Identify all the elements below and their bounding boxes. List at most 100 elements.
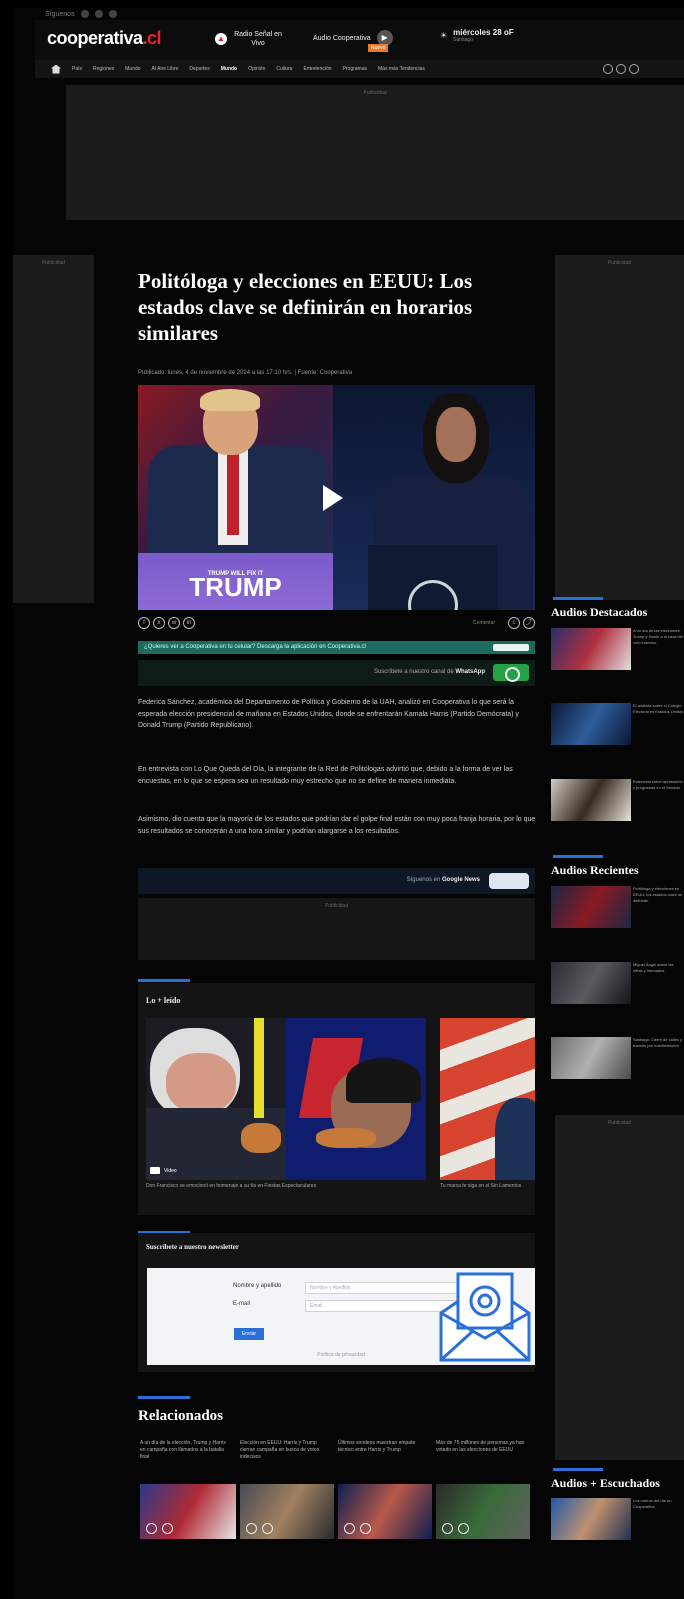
audio-item[interactable]: Entrevista sobre aprobación y programas … xyxy=(551,779,684,831)
facebook-icon[interactable]: f xyxy=(138,617,150,629)
related-image[interactable] xyxy=(338,1484,432,1539)
audio-item[interactable]: Miguel Ángel sobre las cifras y mercados xyxy=(551,962,684,1014)
ad-skyscraper-right[interactable]: Publicidad xyxy=(555,255,684,600)
audio-item[interactable]: Santiago: Cierre de calles y tránsito po… xyxy=(551,1037,684,1089)
send-button[interactable]: Enviar xyxy=(234,1328,264,1340)
newsletter-form: Nombre y apellido Nombre y Apellido E-ma… xyxy=(147,1268,535,1365)
audio-item[interactable]: Politóloga y elecciones en EEUU: los est… xyxy=(551,886,684,938)
play-icon[interactable] xyxy=(246,1523,257,1534)
play-icon[interactable] xyxy=(146,1523,157,1534)
app-promo-button[interactable] xyxy=(493,644,529,651)
nav-social xyxy=(603,64,639,74)
audios-escuchados-title: Audios + Escuchados xyxy=(551,1476,660,1490)
facebook-icon[interactable] xyxy=(80,10,89,18)
comment-icon[interactable]: c xyxy=(508,617,520,629)
campaign-sign: TRUMP WILL FIX IT TRUMP xyxy=(138,553,333,610)
nav-item[interactable]: Regiones xyxy=(93,66,114,72)
article-paragraph: Asimismo, dio cuenta que la mayoría de l… xyxy=(138,816,536,835)
audios-destacados-title: Audios Destacados xyxy=(551,605,648,619)
home-icon[interactable] xyxy=(51,64,61,74)
linkedin-icon[interactable]: in xyxy=(183,617,195,629)
audio-item[interactable]: Los rostros del día en Cooperativa xyxy=(551,1498,684,1550)
link-icon[interactable]: ⤴ xyxy=(523,617,535,629)
nav-item[interactable]: Programas xyxy=(343,66,367,72)
nav-item[interactable]: Deportes xyxy=(189,66,209,72)
audio-item[interactable]: El analista sobre el Colegio Electoral e… xyxy=(551,703,684,755)
site-logo[interactable]: cooperativa.cl xyxy=(47,28,162,49)
nav-item[interactable]: Entretención xyxy=(303,66,331,72)
menu-icon[interactable] xyxy=(629,64,639,74)
relacionados-title: Relacionados xyxy=(138,1408,224,1424)
audio-item[interactable]: A un día de las elecciones: Trump y Harr… xyxy=(551,628,684,680)
weather-temp: miércoles 28 oF xyxy=(453,28,514,37)
google-news-promo: Síguenos en Google News xyxy=(138,868,535,894)
nav-item[interactable]: País xyxy=(72,66,82,72)
nav-item[interactable]: Cultura xyxy=(276,66,292,72)
weather-widget: ☀ miércoles 28 oF Santiago xyxy=(440,28,514,43)
share-row: f x w in Comentar c ⤴ xyxy=(138,616,535,630)
radio-label: Radio Señal en Vivo xyxy=(234,31,282,47)
ad-banner-top[interactable]: Publicidad xyxy=(66,85,684,220)
whatsapp-icon[interactable]: w xyxy=(168,617,180,629)
whatsapp-button[interactable] xyxy=(493,664,529,682)
lo-leido-caption[interactable]: Don Francisco se emocionó en homenaje a … xyxy=(146,1183,426,1189)
nav-item[interactable]: Al Aire Libre xyxy=(151,66,178,72)
article-paragraph: En entrevista con Lo Que Queda del Día, … xyxy=(138,766,513,785)
audio-cooperativa-button[interactable]: Audio Cooperativa Nuevo ▶ xyxy=(313,30,393,52)
nav-item[interactable]: Mundo xyxy=(125,66,140,72)
related-link[interactable]: Últimos sondeos muestran empate técnico … xyxy=(338,1440,430,1454)
comment-label: Comentar xyxy=(473,620,495,626)
related-link[interactable]: A un día de la elección, Trump y Harris … xyxy=(140,1440,232,1461)
lo-leido-card[interactable]: Video xyxy=(146,1018,286,1180)
hero-video[interactable]: TRUMP WILL FIX IT TRUMP xyxy=(138,385,535,610)
email-label: E-mail xyxy=(233,1301,251,1307)
section-title: Lo + leído xyxy=(146,996,181,1005)
share-icon[interactable] xyxy=(360,1523,371,1534)
related-link[interactable]: Elección en EEUU: Harris y Trump cierran… xyxy=(240,1440,332,1461)
related-image[interactable] xyxy=(140,1484,236,1539)
main-nav: País Regiones Mundo Al Aire Libre Deport… xyxy=(35,60,684,78)
name-label: Nombre y apellido xyxy=(233,1283,282,1289)
lo-leido-card[interactable] xyxy=(440,1018,535,1180)
audio-label: Audio Cooperativa xyxy=(313,34,371,42)
app-promo-bar[interactable]: ¿Quieres ver a Cooperativa en tu celular… xyxy=(138,641,535,654)
related-image[interactable] xyxy=(240,1484,334,1539)
article-title: Politóloga y elecciones en EEUU: Los est… xyxy=(138,269,473,345)
social-label: Síguenos xyxy=(45,10,75,18)
weather-location: Santiago xyxy=(453,37,473,43)
weather-icon: ☀ xyxy=(440,31,448,40)
related-image[interactable] xyxy=(436,1484,530,1539)
play-icon[interactable] xyxy=(344,1523,355,1534)
nav-item-active[interactable]: Mundo xyxy=(221,66,237,72)
search-icon[interactable] xyxy=(603,64,613,74)
social-bar: Síguenos xyxy=(45,8,117,20)
radio-live-button[interactable]: ▲ Radio Señal en Vivo xyxy=(215,30,283,48)
ad-skyscraper-right-2[interactable]: Publicidad xyxy=(555,1115,684,1460)
share-icon[interactable] xyxy=(458,1523,469,1534)
x-icon[interactable] xyxy=(94,10,103,18)
nav-item[interactable]: Opinión xyxy=(248,66,265,72)
share-icon[interactable] xyxy=(162,1523,173,1534)
site-header: cooperativa.cl ▲ Radio Señal en Vivo Aud… xyxy=(35,20,684,60)
lo-leido-caption[interactable]: Tu marca te siga en el Sin Lamentos xyxy=(440,1183,535,1189)
whatsapp-promo: Suscríbete a nuestro canal de WhatsApp xyxy=(138,660,535,686)
ad-inline[interactable]: Publicidad xyxy=(138,898,535,960)
google-news-button[interactable] xyxy=(489,873,529,889)
share-icon[interactable] xyxy=(262,1523,273,1534)
instagram-icon[interactable] xyxy=(108,10,117,18)
audios-recientes-title: Audios Recientes xyxy=(551,863,639,877)
x-icon[interactable]: x xyxy=(153,617,165,629)
radio-icon: ▲ xyxy=(215,33,227,45)
ad-skyscraper-left[interactable]: Publicidad xyxy=(13,255,94,603)
envelope-icon xyxy=(439,1272,531,1362)
video-badge: Video xyxy=(164,1167,177,1174)
lo-leido-card[interactable] xyxy=(286,1018,426,1180)
article-byline: Publicado: lunes, 4 de noviembre de 2024… xyxy=(138,370,353,376)
play-icon[interactable] xyxy=(442,1523,453,1534)
new-badge: Nuevo xyxy=(368,44,389,52)
article-paragraph: Federica Sánchez, académica del Departam… xyxy=(138,699,519,729)
nav-item[interactable]: Más más Tendencias xyxy=(378,66,425,72)
user-icon[interactable] xyxy=(616,64,626,74)
related-link[interactable]: Más de 75 millones de personas ya han vo… xyxy=(436,1440,528,1454)
play-icon[interactable] xyxy=(323,485,343,511)
